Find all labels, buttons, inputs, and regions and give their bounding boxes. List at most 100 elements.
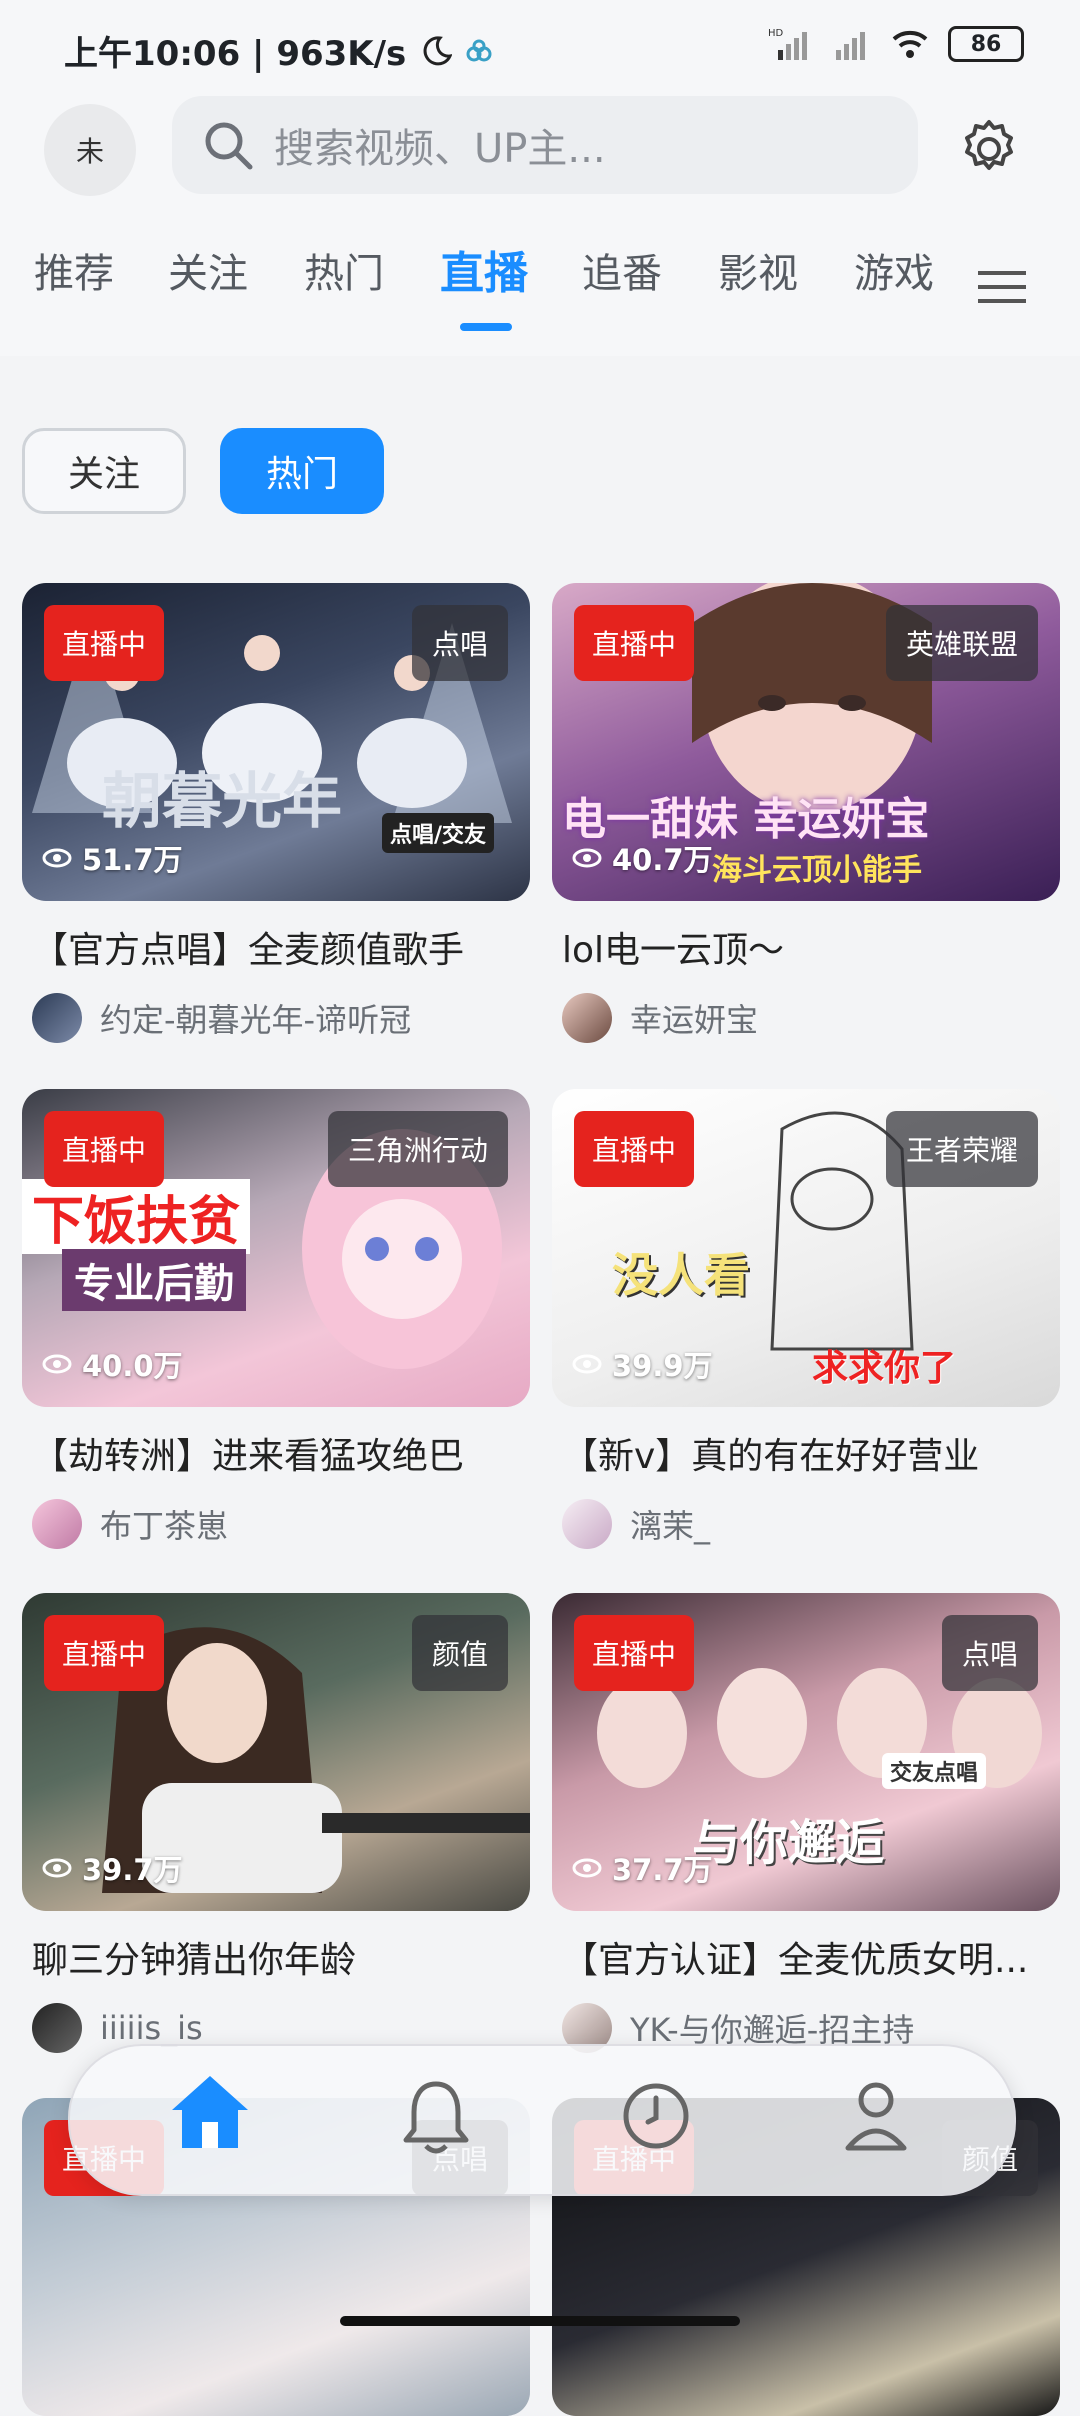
filter-follow-button[interactable]: 关注	[22, 428, 186, 514]
category-badge: 王者荣耀	[885, 1111, 1038, 1187]
streamer-avatar	[32, 2003, 82, 2053]
user-avatar[interactable]: 未	[44, 104, 136, 196]
card-title: 聊三分钟猜出你年龄	[32, 1940, 357, 1981]
viewer-count: 40.7万	[572, 837, 713, 879]
tab-recommend[interactable]: 推荐	[34, 241, 114, 299]
thumbnail-overlay-title: 没人看	[612, 1248, 750, 1302]
category-badge: 英雄联盟	[885, 605, 1038, 681]
live-badge: 直播中	[44, 1111, 164, 1187]
eye-icon	[572, 848, 602, 868]
category-tabs: 推荐 关注 热门 直播 追番 影视 游戏	[0, 241, 1080, 351]
wifi-icon	[892, 30, 928, 58]
streamer-avatar	[32, 1499, 82, 1549]
thumbnail-overlay-tag: 海斗云顶小能手	[712, 853, 922, 888]
card-title: 【官方认证】全麦优质女明...	[562, 1940, 1029, 1981]
streamer-name: iiiiis_is	[100, 2009, 203, 2047]
thumbnail-overlay-tag: 专业后勤	[62, 1249, 246, 1311]
bell-icon[interactable]	[400, 2076, 472, 2156]
live-badge: 直播中	[44, 1615, 164, 1691]
live-card[interactable]: 没人看 求求你了 直播中 王者荣耀 39.9万 【新v】真的有在好好营业 漓茉_	[552, 1089, 1060, 1549]
live-thumbnail: 与你邂逅 交友点唱 直播中 点唱 37.7万	[552, 1593, 1060, 1911]
status-icons: HD 86	[768, 26, 1024, 62]
battery-indicator: 86	[948, 26, 1024, 62]
category-badge: 三角洲行动	[327, 1111, 508, 1187]
card-title: 【劫转洲】进来看猛攻绝巴	[32, 1436, 465, 1477]
viewer-count: 40.0万	[42, 1343, 183, 1385]
category-badge: 点唱	[411, 605, 508, 681]
tab-live[interactable]: 直播	[440, 237, 528, 301]
viewer-count: 37.7万	[572, 1847, 713, 1889]
card-title: 【官方点唱】全麦颜值歌手	[32, 930, 465, 971]
viewer-count: 39.7万	[42, 1847, 183, 1889]
home-icon[interactable]	[168, 2072, 252, 2152]
eye-icon	[42, 848, 72, 868]
streamer-avatar	[562, 1499, 612, 1549]
tab-hot[interactable]: 热门	[304, 241, 384, 299]
menu-icon[interactable]	[976, 267, 1028, 307]
live-thumbnail: 没人看 求求你了 直播中 王者荣耀 39.9万	[552, 1089, 1060, 1407]
search-icon	[205, 122, 253, 170]
thumbnail-overlay-title: 朝暮光年	[102, 767, 342, 837]
bottom-navigation	[68, 2044, 1016, 2196]
viewer-count-text: 37.7万	[612, 1853, 713, 1887]
live-thumbnail: 下饭扶贫 专业后勤 直播中 三角洲行动 40.0万	[22, 1089, 530, 1407]
live-badge: 直播中	[574, 1615, 694, 1691]
streamer-name: 幸运妍宝	[630, 1001, 759, 1039]
tab-anime[interactable]: 追番	[582, 241, 662, 299]
svg-text:HD: HD	[768, 28, 784, 39]
thumbnail-overlay-title: 下饭扶贫	[22, 1179, 251, 1254]
tab-movies[interactable]: 影视	[718, 241, 798, 299]
status-time-text: 上午10:06 | 963K/s	[64, 34, 407, 74]
live-card[interactable]: 直播中 颜值 39.7万 聊三分钟猜出你年龄 iiiiis_is	[22, 1593, 530, 2053]
eye-icon	[42, 1858, 72, 1878]
tab-follow[interactable]: 关注	[168, 241, 248, 299]
live-card[interactable]: 朝暮光年 点唱/交友 直播中 点唱 51.7万 【官方点唱】全麦颜值歌手 约定-…	[22, 583, 530, 1043]
gear-icon[interactable]	[958, 118, 1020, 180]
live-thumbnail: 直播中 颜值 39.7万	[22, 1593, 530, 1911]
card-streamer[interactable]: 漓茉_	[562, 1499, 1060, 1549]
status-bar: 上午10:06 | 963K/s HD 86	[0, 0, 1080, 96]
moon-icon	[423, 35, 453, 65]
streamer-avatar	[562, 993, 612, 1043]
live-badge: 直播中	[44, 605, 164, 681]
card-streamer[interactable]: 幸运妍宝	[562, 993, 1060, 1043]
eye-icon	[572, 1354, 602, 1374]
streamer-name: 布丁茶崽	[100, 1507, 229, 1545]
signal-hd-icon: HD	[768, 28, 807, 60]
filter-hot-button[interactable]: 热门	[220, 428, 384, 514]
viewer-count-text: 39.9万	[612, 1349, 713, 1383]
signal-icon	[836, 32, 865, 60]
viewer-count-text: 40.0万	[82, 1349, 183, 1383]
thumbnail-overlay-tag: 求求你了	[812, 1348, 957, 1389]
category-badge: 颜值	[411, 1615, 508, 1691]
card-streamer[interactable]: 约定-朝暮光年-谛听冠	[32, 993, 530, 1043]
clock-icon[interactable]	[618, 2076, 694, 2156]
viewer-count: 51.7万	[42, 837, 183, 879]
eye-icon	[572, 1858, 602, 1878]
viewer-count: 39.9万	[572, 1343, 713, 1385]
tab-games[interactable]: 游戏	[854, 241, 934, 299]
viewer-count-text: 39.7万	[82, 1853, 183, 1887]
viewer-count-text: 40.7万	[612, 843, 713, 877]
live-thumbnail: 电一甜妹 幸运妍宝 海斗云顶小能手 直播中 英雄联盟 40.7万	[552, 583, 1060, 901]
live-badge: 直播中	[574, 605, 694, 681]
viewer-count-text: 51.7万	[82, 843, 183, 877]
status-time: 上午10:06 | 963K/s	[64, 26, 494, 75]
streamer-name: 约定-朝暮光年-谛听冠	[100, 1001, 412, 1039]
streamer-avatar	[32, 993, 82, 1043]
category-badge: 点唱	[941, 1615, 1038, 1691]
card-streamer[interactable]: 布丁茶崽	[32, 1499, 530, 1549]
top-bar: 未 搜索视频、UP主... 推荐 关注 热门 直播 追番 影视 游戏	[0, 96, 1080, 356]
search-bar[interactable]: 搜索视频、UP主...	[172, 96, 918, 194]
live-card[interactable]: 下饭扶贫 专业后勤 直播中 三角洲行动 40.0万 【劫转洲】进来看猛攻绝巴 布…	[22, 1089, 530, 1549]
card-title: lol电一云顶～	[562, 930, 785, 971]
app-notification-icon	[466, 39, 492, 61]
thumbnail-overlay-tag: 点唱/交友	[382, 813, 495, 853]
profile-icon[interactable]	[840, 2076, 912, 2156]
live-badge: 直播中	[574, 1111, 694, 1187]
live-card[interactable]: 与你邂逅 交友点唱 直播中 点唱 37.7万 【官方认证】全麦优质女明... Y…	[552, 1593, 1060, 2053]
live-card[interactable]: 电一甜妹 幸运妍宝 海斗云顶小能手 直播中 英雄联盟 40.7万 lol电一云顶…	[552, 583, 1060, 1043]
home-indicator[interactable]	[340, 2316, 740, 2326]
search-placeholder: 搜索视频、UP主...	[274, 126, 606, 172]
live-thumbnail: 朝暮光年 点唱/交友 直播中 点唱 51.7万	[22, 583, 530, 901]
